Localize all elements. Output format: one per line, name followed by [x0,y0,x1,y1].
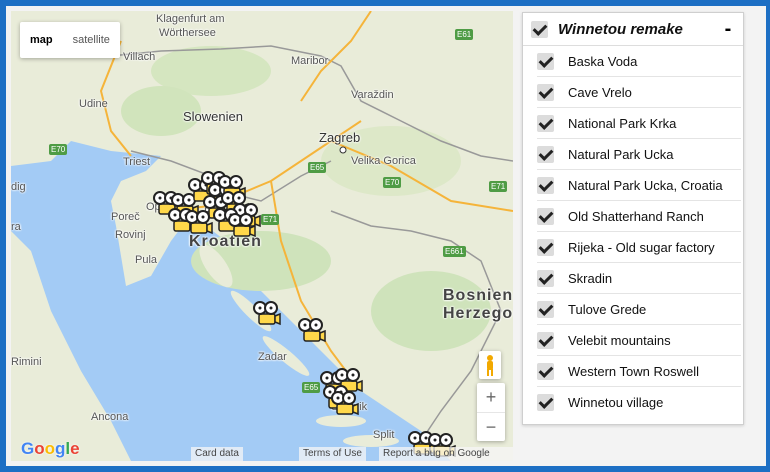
legend-item-label[interactable]: Winnetou village [568,395,663,410]
legend-item-label[interactable]: Velebit mountains [568,333,671,348]
checkbox-checked[interactable] [537,52,554,70]
legend-panel: Winnetou remake - Baska Voda Cave Vrelo Na… [522,12,744,425]
card-data-link[interactable]: Card data [191,447,243,461]
road-shield-e61: E61 [455,29,474,40]
map-terrain [11,11,513,461]
google-logo: Google [21,439,80,458]
map-label-pula: Pula [135,254,158,266]
legend-item-label[interactable]: Old Shatterhand Ranch [568,209,704,224]
legend-item-label[interactable]: Tulove Grede [568,302,646,317]
map-label-worthersee: Wörthersee [159,27,216,39]
legend-item-label[interactable]: Natural Park Ucka [568,147,673,162]
checkbox-checked[interactable] [537,331,554,349]
app-frame: map satellite Klagenfurt am Wörthersee V… [6,6,766,466]
road-shield-e70: E70 [49,144,68,155]
map-label-dig: dig [11,181,26,193]
map-label-ra: ra [11,221,21,233]
map-label-klagenfurt: Klagenfurt am [156,13,225,25]
map-label-udine: Udine [79,98,108,110]
street-view-pegman[interactable] [479,351,501,379]
legend-item[interactable]: Natural Park Ucka, Croatia [537,170,741,201]
road-shield-e661: E661 [443,246,466,257]
legend-item[interactable]: Natural Park Ucka [537,139,741,170]
checkbox-checked[interactable] [537,114,554,132]
legend-list: Baska Voda Cave Vrelo National Park Krka Na… [523,46,743,417]
checkbox-checked[interactable] [537,83,554,101]
legend-item[interactable]: Winnetou village [537,387,741,417]
terms-of-use-link[interactable]: Terms of Use [299,447,366,461]
map-label-villach: Villach [123,51,156,63]
road-shield-e71: E71 [261,214,280,225]
map-label-rovinj: Rovinj [115,229,146,241]
report-bug-link[interactable]: Report a bug on Google Maps [379,447,513,461]
legend-item[interactable]: Old Shatterhand Ranch [537,201,741,232]
map-type-control: map satellite [20,22,120,58]
legend-item-label[interactable]: Western Town Roswell [568,364,699,379]
legend-item-label[interactable]: Cave Vrelo [568,85,632,100]
legend-title: Winnetou remake [558,20,683,38]
checkbox-checked[interactable] [537,176,554,194]
legend-header: Winnetou remake - [523,13,743,46]
film-camera-marker-icon[interactable] [296,316,326,344]
layer-checkbox[interactable] [531,20,548,38]
checkbox-checked[interactable] [537,269,554,287]
legend-item-label[interactable]: Skradin [568,271,612,286]
map-label-ancona: Ancona [91,411,129,423]
legend-item[interactable]: Baska Voda [537,46,741,77]
checkbox-checked[interactable] [537,238,554,256]
map-label-split: Split [373,429,395,441]
map-label-triest: Triest [123,156,151,168]
checkbox-checked[interactable] [537,207,554,225]
zoom-in-button[interactable]: + [477,383,505,413]
map-label-porec: Poreč [111,211,140,223]
legend-item[interactable]: Skradin [537,263,741,294]
map-label-herzego: Herzego [443,305,513,322]
legend-item[interactable]: National Park Krka [537,108,741,139]
map-label-zadar: Zadar [258,351,287,363]
legend-item-label[interactable]: Natural Park Ucka, Croatia [568,178,723,193]
road-shield-e70-b: E70 [383,177,402,188]
legend-item-label[interactable]: Rijeka - Old sugar factory [568,240,715,255]
film-camera-marker-icon[interactable] [251,299,281,327]
zoom-control: + − [477,383,505,441]
legend-item[interactable]: Cave Vrelo [537,77,741,108]
legend-item[interactable]: Tulove Grede [537,294,741,325]
map-type-map-button[interactable]: map [20,22,63,58]
collapse-button[interactable]: - [719,18,737,41]
map-type-satellite-button[interactable]: satellite [63,22,120,58]
zoom-out-button[interactable]: − [477,413,505,442]
legend-item-label[interactable]: National Park Krka [568,116,676,131]
map-label-zagreb: Zagreb [319,130,361,145]
google-map[interactable]: map satellite Klagenfurt am Wörthersee V… [11,11,513,461]
map-label-varazdin: Varaždin [351,89,394,101]
checkbox-checked[interactable] [537,393,554,411]
checkbox-checked[interactable] [537,362,554,380]
checkbox-checked[interactable] [537,145,554,163]
legend-item[interactable]: Western Town Roswell [537,356,741,387]
pegman-icon [487,355,493,376]
legend-item-label[interactable]: Baska Voda [568,54,637,69]
legend-item[interactable]: Velebit mountains [537,325,741,356]
map-label-slowenien: Slowenien [183,109,243,124]
film-camera-marker-icon[interactable] [183,208,213,236]
map-label-rimini: Rimini [11,356,42,368]
legend-item[interactable]: Rijeka - Old sugar factory [537,232,741,263]
checkbox-checked[interactable] [537,300,554,318]
map-label-maribor: Maribor [291,55,329,67]
film-camera-marker-icon[interactable] [226,211,256,239]
road-shield-e65: E65 [308,162,327,173]
road-shield-e71-b: E71 [489,181,508,192]
map-label-bosnien: Bosnien [443,287,513,304]
map-label-velika-gorica: Velika Gorica [351,155,416,167]
film-camera-marker-icon[interactable] [329,389,359,417]
